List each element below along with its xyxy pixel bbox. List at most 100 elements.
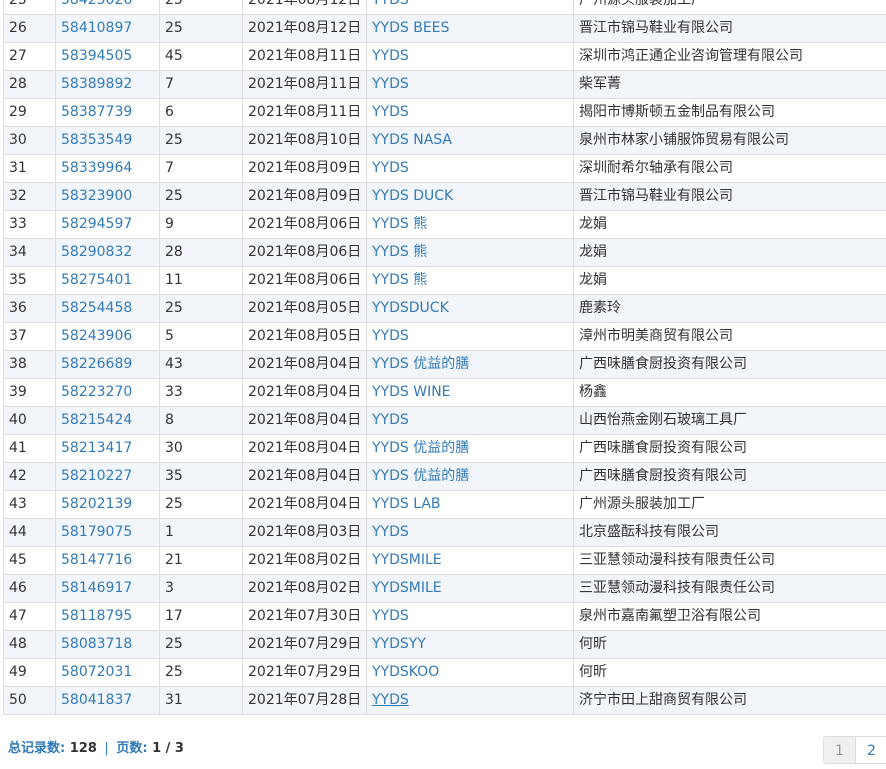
registration-number-cell: 58226689	[55, 350, 160, 379]
applicant-cell: 龙娟	[573, 266, 886, 295]
registration-number-link[interactable]: 58083718	[61, 636, 132, 652]
registration-number-link[interactable]: 58294597	[61, 216, 132, 232]
class-cell: 33	[165, 384, 183, 400]
table-row: 41 58213417 30 2021年08月04日 YYDS 优益的膳 广西味膳食厨投资…	[3, 434, 886, 463]
registration-number-link[interactable]: 58394505	[61, 48, 132, 64]
table-row: 25 58425026 25 2021年08月12日 YYDS 广州源头服装加工厂	[3, 0, 886, 15]
trademark-name-link[interactable]: YYDS LAB	[372, 496, 441, 512]
application-date-cell: 2021年08月09日	[242, 154, 367, 183]
trademark-name-link[interactable]: YYDS	[372, 608, 409, 624]
trademark-name-link[interactable]: YYDS 熊	[372, 216, 427, 232]
trademark-name-link[interactable]: YYDS 优益的膳	[372, 468, 469, 484]
trademark-name-link[interactable]: YYDS	[372, 0, 409, 8]
table-row: 34 58290832 28 2021年08月06日 YYDS 熊 龙娟	[3, 238, 886, 267]
trademark-name-link[interactable]: YYDSMILE	[372, 580, 442, 596]
application-date-cell: 2021年08月06日	[248, 244, 362, 260]
row-number-cell: 46	[9, 580, 27, 596]
application-date-cell: 2021年08月11日	[248, 76, 362, 92]
class-cell: 17	[159, 602, 243, 631]
total-records-value: 128	[69, 741, 97, 756]
registration-number-link[interactable]: 58226689	[61, 356, 132, 372]
trademark-name-link[interactable]: YYDS DUCK	[372, 188, 453, 204]
registration-number-cell: 58294597	[55, 210, 160, 239]
applicant-cell: 晋江市锦马鞋业有限公司	[573, 182, 886, 211]
registration-number-cell: 58275401	[55, 266, 160, 295]
application-date-cell: 2021年07月28日	[242, 686, 367, 715]
application-date-cell: 2021年08月02日	[248, 580, 362, 596]
trademark-name-link[interactable]: YYDS NASA	[372, 132, 452, 148]
class-cell: 3	[159, 574, 243, 603]
registration-number-link[interactable]: 58210227	[61, 468, 132, 484]
registration-number-link[interactable]: 58041837	[61, 692, 132, 708]
trademark-name-link[interactable]: YYDS	[372, 412, 409, 428]
registration-number-link[interactable]: 58147716	[61, 552, 132, 568]
row-number-cell: 31	[3, 154, 56, 183]
trademark-name-link[interactable]: YYDS	[372, 160, 409, 176]
registration-number-link[interactable]: 58146917	[61, 580, 132, 596]
row-number-cell: 42	[9, 468, 27, 484]
trademark-name-link[interactable]: YYDS 优益的膳	[372, 356, 469, 372]
row-number-cell: 38	[9, 356, 27, 372]
applicant-cell: 北京盛酝科技有限公司	[573, 518, 886, 547]
registration-number-link[interactable]: 58389892	[61, 76, 132, 92]
row-number-cell: 45	[9, 552, 27, 568]
class-cell: 30	[159, 434, 243, 463]
trademark-name-link[interactable]: YYDS WINE	[372, 384, 451, 400]
row-number-cell: 25	[3, 0, 56, 15]
trademark-name-link[interactable]: YYDSYY	[372, 636, 426, 652]
trademark-name-link[interactable]: YYDS	[372, 104, 409, 120]
registration-number-link[interactable]: 58410897	[61, 20, 132, 36]
registration-number-link[interactable]: 58339964	[61, 160, 132, 176]
registration-number-link[interactable]: 58243906	[61, 328, 132, 344]
trademark-name-link[interactable]: YYDS BEES	[372, 20, 449, 36]
page-button-next[interactable]: 2	[855, 736, 886, 764]
registration-number-link[interactable]: 58179075	[61, 524, 132, 540]
registration-number-link[interactable]: 58275401	[61, 272, 132, 288]
application-date-cell: 2021年08月04日	[248, 496, 362, 512]
application-date-cell: 2021年08月06日	[242, 238, 367, 267]
registration-number-link[interactable]: 58353549	[61, 132, 132, 148]
trademark-name-link[interactable]: YYDSDUCK	[372, 300, 449, 316]
trademark-name-link[interactable]: YYDSMILE	[372, 552, 442, 568]
page-button-current[interactable]: 1	[823, 736, 856, 764]
trademark-name-link[interactable]: YYDS 熊	[372, 244, 427, 260]
registration-number-link[interactable]: 58118795	[61, 608, 132, 624]
registration-number-link[interactable]: 58072031	[61, 664, 132, 680]
class-cell: 43	[159, 350, 243, 379]
registration-number-link[interactable]: 58290832	[61, 244, 132, 260]
class-cell: 28	[165, 244, 183, 260]
trademark-name-link[interactable]: YYDS	[372, 76, 409, 92]
application-date-cell: 2021年08月04日	[242, 378, 367, 407]
registration-number-link[interactable]: 58387739	[61, 104, 132, 120]
application-date-cell: 2021年08月12日	[248, 20, 362, 36]
application-date-cell: 2021年08月09日	[248, 160, 362, 176]
registration-number-cell: 58210227	[55, 462, 160, 491]
registration-number-link[interactable]: 58215424	[61, 412, 132, 428]
trademark-name-link[interactable]: YYDS	[372, 692, 409, 708]
row-number-cell: 41	[9, 440, 27, 456]
registration-number-link[interactable]: 58213417	[61, 440, 132, 456]
trademark-name-link[interactable]: YYDS	[372, 48, 409, 64]
application-date-cell: 2021年08月11日	[242, 70, 367, 99]
application-date-cell: 2021年08月12日	[242, 0, 367, 15]
class-cell: 25	[165, 188, 183, 204]
trademark-name-link[interactable]: YYDS 优益的膳	[372, 440, 469, 456]
class-cell: 9	[165, 216, 174, 232]
registration-number-link[interactable]: 58223270	[61, 384, 132, 400]
registration-number-link[interactable]: 58202139	[61, 496, 132, 512]
applicant-cell: 龙娟	[573, 238, 886, 267]
trademark-name-cell: YYDS	[366, 686, 574, 715]
trademark-name-link[interactable]: YYDSKOO	[372, 664, 439, 680]
row-number-cell: 37	[3, 322, 56, 351]
application-date-cell: 2021年08月04日	[242, 462, 367, 491]
trademark-name-link[interactable]: YYDS	[372, 524, 409, 540]
trademark-name-link[interactable]: YYDS	[372, 328, 409, 344]
registration-number-link[interactable]: 58425026	[61, 0, 132, 8]
applicant-cell: 杨鑫	[573, 378, 886, 407]
trademark-name-cell: YYDS	[366, 154, 574, 183]
class-cell: 1	[165, 524, 174, 540]
registration-number-link[interactable]: 58254458	[61, 300, 132, 316]
registration-number-link[interactable]: 58323900	[61, 188, 132, 204]
row-number-cell: 40	[9, 412, 27, 428]
trademark-name-link[interactable]: YYDS 熊	[372, 272, 427, 288]
